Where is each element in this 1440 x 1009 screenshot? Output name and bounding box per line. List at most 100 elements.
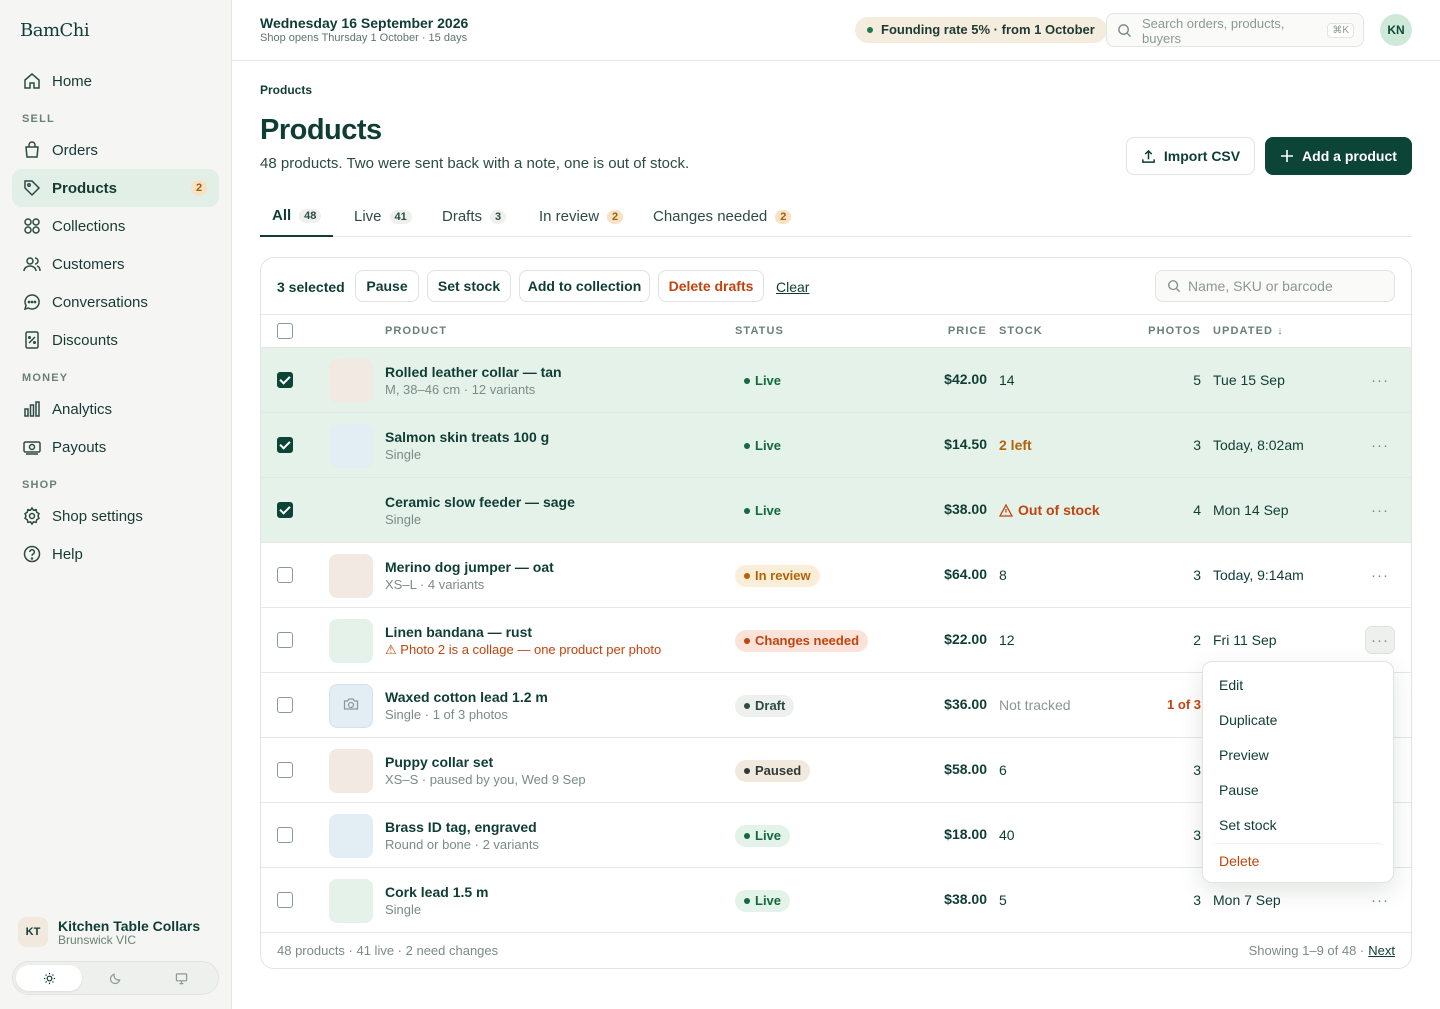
sidebar-item-products[interactable]: Products 2 bbox=[12, 169, 219, 207]
column-photos[interactable]: PHOTOS bbox=[1148, 325, 1201, 337]
menu-item-pause[interactable]: Pause bbox=[1211, 773, 1385, 808]
gear-icon bbox=[22, 506, 42, 526]
sidebar-item-discounts[interactable]: Discounts bbox=[12, 321, 219, 359]
monitor-icon bbox=[175, 972, 188, 985]
theme-light-button[interactable] bbox=[16, 965, 83, 991]
row-more-button[interactable]: ··· bbox=[1365, 431, 1395, 459]
sidebar-item-help[interactable]: Help bbox=[12, 535, 219, 573]
menu-item-preview[interactable]: Preview bbox=[1211, 738, 1385, 773]
tab-all[interactable]: All 48 bbox=[260, 196, 334, 237]
column-status[interactable]: STATUS bbox=[735, 325, 784, 337]
tab-drafts[interactable]: Drafts 3 bbox=[430, 196, 518, 237]
product-price: $64.00 bbox=[944, 566, 987, 582]
row-checkbox[interactable] bbox=[277, 437, 293, 453]
tab-live[interactable]: Live 41 bbox=[342, 196, 424, 237]
sidebar-item-home[interactable]: Home bbox=[12, 62, 219, 100]
theme-system-button[interactable] bbox=[149, 965, 215, 991]
column-updated[interactable]: UPDATED ↓ bbox=[1213, 325, 1284, 337]
menu-item-duplicate[interactable]: Duplicate bbox=[1211, 703, 1385, 738]
pagination-status: Showing 1–9 of 48 · bbox=[1248, 943, 1365, 958]
table-row[interactable]: Ceramic slow feeder — sage Single Live $… bbox=[261, 478, 1411, 543]
bulk-add-to-collection-button[interactable]: Add to collection bbox=[519, 270, 650, 302]
product-photos: 5 bbox=[1193, 372, 1201, 388]
shop-opening-note: Shop opens Thursday 1 October · 15 days bbox=[260, 32, 468, 44]
column-price[interactable]: PRICE bbox=[948, 325, 987, 337]
product-price: $22.00 bbox=[944, 631, 987, 647]
breadcrumb[interactable]: Products bbox=[260, 83, 312, 97]
product-updated: Mon 14 Sep bbox=[1213, 502, 1289, 518]
status-badge: Paused bbox=[735, 760, 811, 782]
row-checkbox[interactable] bbox=[277, 697, 293, 713]
menu-item-edit[interactable]: Edit bbox=[1211, 668, 1385, 703]
row-more-button[interactable]: ··· bbox=[1365, 886, 1395, 914]
sidebar-item-conversations[interactable]: Conversations bbox=[12, 283, 219, 321]
section-label-money: MONEY bbox=[22, 372, 69, 384]
theme-dark-button[interactable] bbox=[82, 965, 148, 991]
select-all-checkbox[interactable] bbox=[277, 323, 293, 339]
menu-item-delete[interactable]: Delete bbox=[1211, 843, 1385, 878]
product-name[interactable]: Puppy collar set bbox=[385, 754, 493, 770]
row-more-button[interactable]: ··· bbox=[1365, 366, 1395, 394]
product-name[interactable]: Ceramic slow feeder — sage bbox=[385, 494, 575, 510]
sidebar-item-orders[interactable]: Orders bbox=[12, 131, 219, 169]
selected-count: 3 selected bbox=[277, 279, 345, 295]
import-csv-button[interactable]: Import CSV bbox=[1126, 137, 1255, 175]
row-checkbox[interactable] bbox=[277, 892, 293, 908]
product-name[interactable]: Merino dog jumper — oat bbox=[385, 559, 554, 575]
product-name[interactable]: Linen bandana — rust bbox=[385, 624, 532, 640]
product-stock: Not tracked bbox=[999, 697, 1071, 713]
product-meta: XS–L · 4 variants bbox=[385, 577, 485, 592]
product-name[interactable]: Rolled leather collar — tan bbox=[385, 364, 562, 380]
product-thumbnail bbox=[329, 359, 373, 403]
product-updated: Today, 9:14am bbox=[1213, 567, 1304, 583]
row-checkbox[interactable] bbox=[277, 502, 293, 518]
bulk-delete-drafts-button[interactable]: Delete drafts bbox=[658, 270, 764, 302]
row-more-button[interactable]: ··· bbox=[1365, 626, 1395, 654]
status-badge: Live bbox=[735, 500, 791, 522]
shop-switcher[interactable]: KT Kitchen Table Collars Brunswick VIC bbox=[18, 914, 218, 950]
bulk-pause-button[interactable]: Pause bbox=[355, 270, 419, 302]
sidebar-item-payouts[interactable]: Payouts bbox=[12, 428, 219, 466]
product-name[interactable]: Brass ID tag, engraved bbox=[385, 819, 537, 835]
product-name[interactable]: Salmon skin treats 100 g bbox=[385, 429, 549, 445]
column-product[interactable]: PRODUCT bbox=[385, 325, 447, 337]
row-checkbox[interactable] bbox=[277, 762, 293, 778]
user-avatar[interactable]: KN bbox=[1380, 14, 1412, 46]
sidebar-item-label: Analytics bbox=[52, 400, 113, 418]
product-thumbnail bbox=[329, 619, 373, 663]
product-warning: ⚠ Photo 2 is a collage — one product per… bbox=[385, 642, 661, 658]
shop-avatar: KT bbox=[18, 917, 48, 947]
add-product-button[interactable]: Add a product bbox=[1265, 137, 1412, 175]
global-search[interactable]: Search orders, products, buyers ⌘K bbox=[1106, 13, 1364, 47]
sidebar-item-customers[interactable]: Customers bbox=[12, 245, 219, 283]
sidebar-item-collections[interactable]: Collections bbox=[12, 207, 219, 245]
product-stock: 6 bbox=[999, 762, 1007, 778]
product-search-input[interactable] bbox=[1188, 271, 1388, 301]
row-checkbox[interactable] bbox=[277, 632, 293, 648]
tab-in-review[interactable]: In review 2 bbox=[527, 196, 635, 237]
column-stock[interactable]: STOCK bbox=[999, 325, 1043, 337]
table-row[interactable]: Rolled leather collar — tan M, 38–46 cm … bbox=[261, 348, 1411, 413]
row-checkbox[interactable] bbox=[277, 372, 293, 388]
sidebar-item-shop-settings[interactable]: Shop settings bbox=[12, 497, 219, 535]
row-checkbox[interactable] bbox=[277, 567, 293, 583]
row-more-button[interactable]: ··· bbox=[1365, 561, 1395, 589]
clear-selection-link[interactable]: Clear bbox=[776, 279, 809, 295]
row-checkbox[interactable] bbox=[277, 827, 293, 843]
product-thumbnail bbox=[329, 424, 373, 468]
menu-item-set-stock[interactable]: Set stock bbox=[1211, 808, 1385, 843]
table-row[interactable]: Merino dog jumper — oat XS–L · 4 variant… bbox=[261, 543, 1411, 608]
product-stock: 14 bbox=[999, 372, 1015, 388]
product-photos: 3 bbox=[1193, 892, 1201, 908]
next-page-link[interactable]: Next bbox=[1368, 943, 1395, 958]
tag-icon bbox=[22, 178, 42, 198]
row-more-button[interactable]: ··· bbox=[1365, 496, 1395, 524]
app-logo[interactable]: BamChi bbox=[20, 20, 90, 41]
table-row[interactable]: Salmon skin treats 100 g Single Live $14… bbox=[261, 413, 1411, 478]
sidebar-item-analytics[interactable]: Analytics bbox=[12, 390, 219, 428]
product-name[interactable]: Waxed cotton lead 1.2 m bbox=[385, 689, 548, 705]
founding-rate-badge[interactable]: Founding rate 5% · from 1 October bbox=[855, 17, 1107, 43]
bulk-set-stock-button[interactable]: Set stock bbox=[427, 270, 511, 302]
tab-changes-needed[interactable]: Changes needed 2 bbox=[641, 196, 803, 237]
product-name[interactable]: Cork lead 1.5 m bbox=[385, 884, 489, 900]
